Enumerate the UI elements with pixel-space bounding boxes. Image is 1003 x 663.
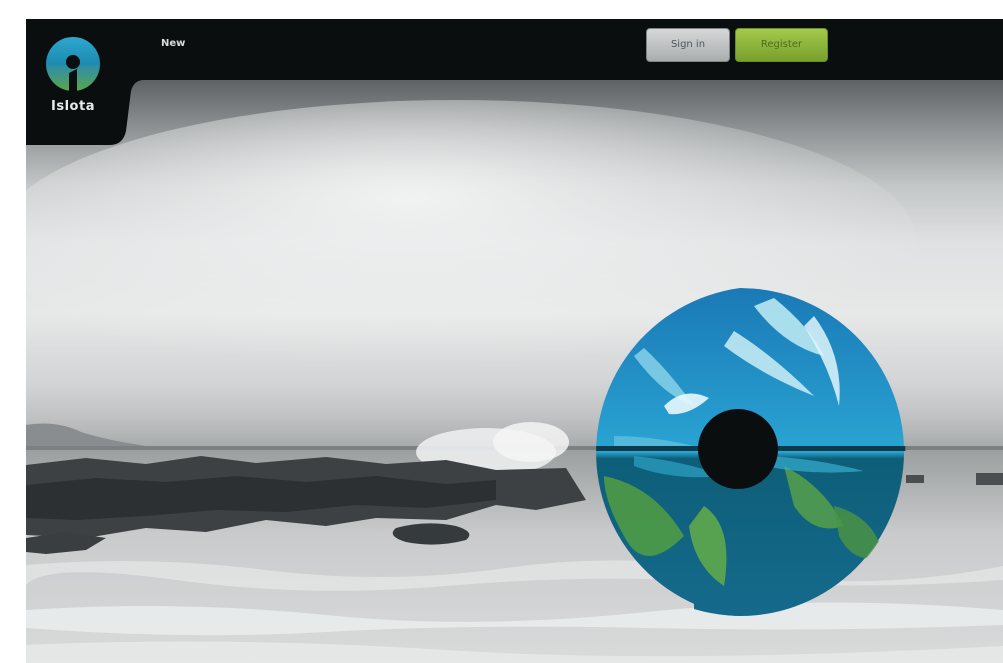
nav-link-new[interactable]: New [161, 38, 185, 49]
top-navbar [26, 19, 1003, 80]
page-frame: Islota New Sign in Register [26, 19, 1003, 663]
aurora-emblem-icon [574, 286, 906, 618]
brand-name: Islota [51, 99, 95, 114]
islota-logo-icon [44, 35, 102, 93]
register-button[interactable]: Register [735, 28, 828, 62]
logo-tab[interactable]: Islota [26, 19, 154, 147]
signin-button[interactable]: Sign in [646, 28, 730, 62]
